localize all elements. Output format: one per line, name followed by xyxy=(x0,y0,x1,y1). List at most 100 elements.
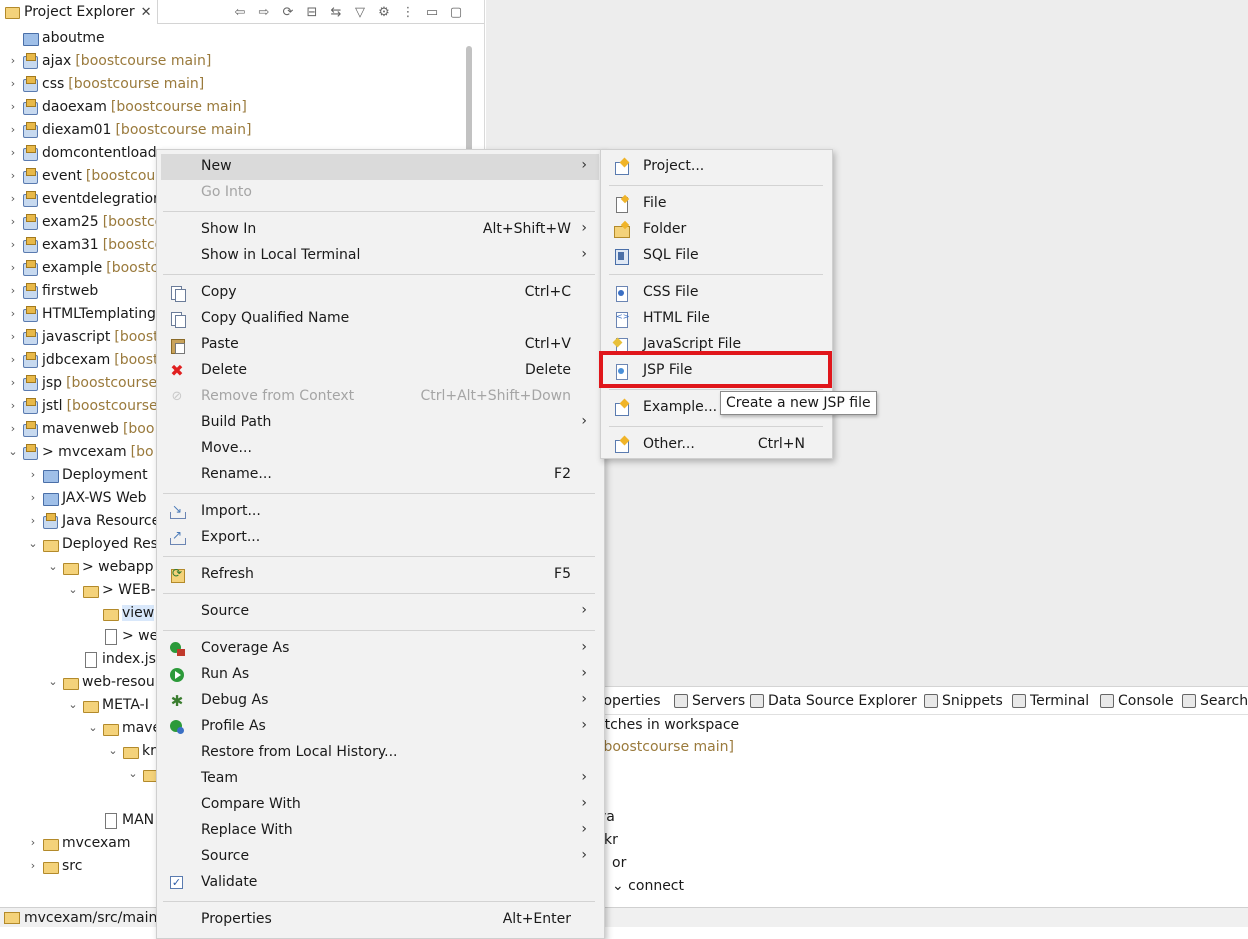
menu-item-profile-as[interactable]: Profile As › xyxy=(161,714,599,740)
menu-item-refresh[interactable]: Refresh F5 xyxy=(161,562,599,588)
expand-chevron-icon[interactable]: › xyxy=(26,836,40,849)
tree-item[interactable] xyxy=(126,785,140,808)
expand-chevron-icon[interactable]: › xyxy=(6,284,20,297)
menu-item-coverage-as[interactable]: Coverage As › xyxy=(161,636,599,662)
expand-chevron-icon[interactable]: › xyxy=(6,146,20,159)
toolbar-button-icon[interactable]: ▽ xyxy=(350,2,370,22)
tree-item[interactable]: › css [boostcourse main] xyxy=(6,72,204,95)
submenu-item-project[interactable]: Project... xyxy=(605,154,829,180)
toolbar-button-icon[interactable]: ⇦ xyxy=(230,2,250,22)
menu-item-copy[interactable]: Copy Ctrl+C xyxy=(161,280,599,306)
toolbar-button-icon[interactable]: ⇨ xyxy=(254,2,274,22)
tree-item[interactable]: › example [boostc xyxy=(6,256,158,279)
expand-chevron-icon[interactable]: › xyxy=(6,422,20,435)
tab-servers[interactable]: Servers xyxy=(674,691,745,711)
menu-item-validate[interactable]: ✓ Validate xyxy=(161,870,599,896)
tree-item[interactable]: › JAX-WS Web xyxy=(26,486,147,509)
expand-chevron-icon[interactable]: › xyxy=(6,100,20,113)
close-icon[interactable]: ✕ xyxy=(141,5,152,20)
submenu-item-sql-file[interactable]: SQL File xyxy=(605,243,829,269)
expand-chevron-icon[interactable]: ⌄ xyxy=(66,698,80,711)
menu-item-import[interactable]: Import... xyxy=(161,499,599,525)
expand-chevron-icon[interactable]: › xyxy=(26,491,40,504)
menu-item-replace-with[interactable]: Replace With › xyxy=(161,818,599,844)
expand-chevron-icon[interactable]: › xyxy=(6,192,20,205)
expand-chevron-icon[interactable]: ⌄ xyxy=(46,560,60,573)
menu-item-restore-from-local-history[interactable]: Restore from Local History... xyxy=(161,740,599,766)
expand-chevron-icon[interactable]: ⌄ xyxy=(106,744,120,757)
tree-item[interactable]: › jdbcexam [boost xyxy=(6,348,159,371)
menu-item-team[interactable]: Team › xyxy=(161,766,599,792)
tab-snippets[interactable]: Snippets xyxy=(924,691,1003,711)
tree-item[interactable]: › eventdelegratior xyxy=(6,187,159,210)
submenu-item-file[interactable]: File xyxy=(605,191,829,217)
tree-item[interactable]: aboutme xyxy=(6,26,105,49)
tree-item[interactable]: ⌄ META-I xyxy=(66,693,149,716)
tree-item[interactable]: ⌄ > webapp xyxy=(46,555,153,578)
search-result-line[interactable]: or xyxy=(612,855,626,871)
expand-chevron-icon[interactable]: › xyxy=(6,330,20,343)
submenu-item-css-file[interactable]: CSS File xyxy=(605,280,829,306)
menu-item-export[interactable]: Export... xyxy=(161,525,599,551)
tree-item[interactable]: › src xyxy=(26,854,82,877)
toolbar-button-icon[interactable]: ⊟ xyxy=(302,2,322,22)
tree-item[interactable]: › daoexam [boostcourse main] xyxy=(6,95,247,118)
menu-item-source[interactable]: Source › xyxy=(161,844,599,870)
submenu-item-folder[interactable]: Folder xyxy=(605,217,829,243)
tree-item[interactable]: › Java Resource xyxy=(26,509,160,532)
tab-console[interactable]: Console xyxy=(1100,691,1174,711)
expand-chevron-icon[interactable]: › xyxy=(6,169,20,182)
menu-item-new[interactable]: New › xyxy=(161,154,599,180)
menu-item-run-as[interactable]: Run As › xyxy=(161,662,599,688)
tab-roperties[interactable]: roperties xyxy=(598,691,661,711)
tree-item[interactable]: › javascript [boost xyxy=(6,325,159,348)
tab-data-source-explorer[interactable]: Data Source Explorer xyxy=(750,691,917,711)
tree-item[interactable]: › Deployment xyxy=(26,463,148,486)
menu-item-delete[interactable]: ✖ Delete Delete xyxy=(161,358,599,384)
toolbar-button-icon[interactable]: ⋮ xyxy=(398,2,418,22)
expand-chevron-icon[interactable]: › xyxy=(6,376,20,389)
tree-item[interactable]: › firstweb xyxy=(6,279,98,302)
menu-item-rename[interactable]: Rename... F2 xyxy=(161,462,599,488)
search-result-line[interactable]: ⌄ connect xyxy=(612,878,684,894)
tab-terminal[interactable]: Terminal xyxy=(1012,691,1089,711)
toolbar-button-icon[interactable]: ⟳ xyxy=(278,2,298,22)
tree-item[interactable]: › mvcexam xyxy=(26,831,131,854)
menu-item-properties[interactable]: Properties Alt+Enter xyxy=(161,907,599,933)
expand-chevron-icon[interactable]: › xyxy=(6,215,20,228)
expand-chevron-icon[interactable]: ⌄ xyxy=(26,537,40,550)
tree-item[interactable]: ⌄ mave xyxy=(86,716,161,739)
menu-item-move[interactable]: Move... xyxy=(161,436,599,462)
expand-chevron-icon[interactable]: › xyxy=(6,399,20,412)
tree-item[interactable]: › event [boostcou xyxy=(6,164,155,187)
menu-item-build-path[interactable]: Build Path › xyxy=(161,410,599,436)
tree-item[interactable]: MAN xyxy=(86,808,154,831)
tree-item[interactable]: ⌄ Deployed Res xyxy=(26,532,158,555)
tree-item[interactable]: › diexam01 [boostcourse main] xyxy=(6,118,251,141)
tree-item[interactable]: view xyxy=(86,601,155,624)
tree-item[interactable]: ⌄ kr xyxy=(106,739,156,762)
expand-chevron-icon[interactable]: › xyxy=(6,307,20,320)
tree-item[interactable]: › exam31 [boostco xyxy=(6,233,163,256)
expand-chevron-icon[interactable]: › xyxy=(6,77,20,90)
tree-item[interactable]: › jsp [boostcourse xyxy=(6,371,157,394)
expand-chevron-icon[interactable]: › xyxy=(6,238,20,251)
search-result-line[interactable]: [boostcourse main] xyxy=(598,739,734,755)
expand-chevron-icon[interactable]: ⌄ xyxy=(6,445,20,458)
expand-chevron-icon[interactable]: › xyxy=(6,123,20,136)
expand-chevron-icon[interactable]: ⌄ xyxy=(126,767,140,780)
menu-item-paste[interactable]: Paste Ctrl+V xyxy=(161,332,599,358)
tab-search[interactable]: Search xyxy=(1182,691,1248,711)
tree-item[interactable]: > we xyxy=(86,624,158,647)
expand-chevron-icon[interactable]: › xyxy=(26,514,40,527)
toolbar-button-icon[interactable]: ▭ xyxy=(422,2,442,22)
submenu-item-html-file[interactable]: HTML File xyxy=(605,306,829,332)
toolbar-button-icon[interactable]: ⇆ xyxy=(326,2,346,22)
tree-item[interactable]: › domcontentload xyxy=(6,141,157,164)
expand-chevron-icon[interactable]: › xyxy=(26,468,40,481)
expand-chevron-icon[interactable]: › xyxy=(6,261,20,274)
menu-item-compare-with[interactable]: Compare With › xyxy=(161,792,599,818)
expand-chevron-icon[interactable]: ⌄ xyxy=(46,675,60,688)
menu-item-debug-as[interactable]: ✱ Debug As › xyxy=(161,688,599,714)
expand-chevron-icon[interactable]: › xyxy=(26,859,40,872)
